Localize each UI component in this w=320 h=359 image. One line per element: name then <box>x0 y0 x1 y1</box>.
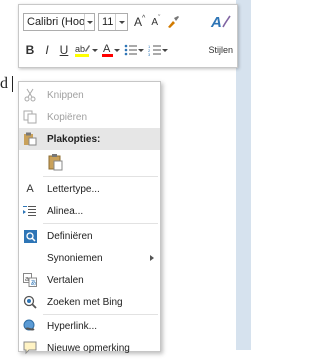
styles-icon: A <box>210 14 231 31</box>
menu-item-label: Knippen <box>47 89 84 101</box>
numbering-icon: 1 2 3 <box>148 44 161 57</box>
paste-keep-format-icon <box>47 152 65 172</box>
svg-text:A: A <box>210 14 222 31</box>
menu-item-label: Synoniemen <box>47 252 103 264</box>
chevron-down-icon[interactable] <box>84 14 94 30</box>
menu-item-font[interactable]: A Lettertype... <box>19 178 160 200</box>
menu-divider <box>43 223 158 224</box>
menu-item-label: Alinea... <box>47 205 84 217</box>
menu-item-hyperlink[interactable]: Hyperlink... <box>19 315 160 337</box>
underline-button[interactable]: U <box>57 41 71 59</box>
format-painter-icon <box>168 16 180 28</box>
clear-format-button[interactable] <box>166 13 180 31</box>
new-comment-icon <box>22 341 38 355</box>
svg-text:A: A <box>103 43 111 55</box>
font-size-value: 11 <box>102 16 114 28</box>
menu-divider <box>43 176 158 177</box>
svg-text:3: 3 <box>148 52 151 57</box>
menu-item-copy[interactable]: Kopiëren <box>19 106 160 128</box>
svg-text:あ: あ <box>31 280 37 287</box>
chevron-down-icon[interactable] <box>162 41 168 59</box>
font-color-icon: A <box>102 43 113 57</box>
menu-item-define[interactable]: Definiëren <box>19 225 160 247</box>
scissors-icon <box>22 88 38 102</box>
svg-text:a: a <box>25 276 29 283</box>
bullets-button[interactable] <box>124 41 138 59</box>
define-icon <box>22 229 38 243</box>
mini-toolbar: Calibri (Hoofdt 11 A^ Aˇ A B I U <box>18 4 238 68</box>
menu-item-synonyms[interactable]: Synoniemen <box>19 247 160 269</box>
menu-item-paste-options: Plakopties: <box>19 128 160 150</box>
styles-label: Stijlen <box>208 45 233 55</box>
bing-search-icon <box>22 295 38 309</box>
document-text: d <box>0 75 8 92</box>
bold-button[interactable]: B <box>23 41 37 59</box>
paste-icon <box>22 132 38 146</box>
synonyms-icon <box>22 251 38 265</box>
menu-item-label: Hyperlink... <box>47 320 98 332</box>
styles-button-top[interactable]: A <box>209 13 231 31</box>
chevron-down-icon[interactable] <box>114 41 120 59</box>
font-name-value: Calibri (Hoofdt <box>27 16 85 28</box>
menu-item-label: Kopiëren <box>47 111 88 123</box>
font-icon: A <box>26 183 34 195</box>
menu-item-translate[interactable]: aあ Vertalen <box>19 269 160 291</box>
menu-item-label: Zoeken met Bing <box>47 296 123 308</box>
grow-font-button[interactable]: A ^ <box>134 13 145 31</box>
font-name-combo[interactable]: Calibri (Hoofdt <box>23 13 95 31</box>
chevron-down-icon[interactable] <box>115 14 127 30</box>
numbering-button[interactable]: 1 2 3 <box>148 41 162 59</box>
shrink-font-button[interactable]: Aˇ <box>151 13 160 31</box>
menu-item-paste-keep-format[interactable] <box>19 150 160 174</box>
svg-text:ab: ab <box>75 44 85 54</box>
bullets-icon <box>124 44 137 56</box>
chevron-down-icon[interactable] <box>92 41 98 59</box>
translate-icon: aあ <box>22 273 38 287</box>
menu-item-cut[interactable]: Knippen <box>19 84 160 106</box>
copy-icon <box>22 110 38 124</box>
font-color-button[interactable]: A <box>102 41 114 59</box>
menu-item-search-bing[interactable]: Zoeken met Bing <box>19 291 160 313</box>
menu-item-label: Vertalen <box>47 274 84 286</box>
chevron-down-icon[interactable] <box>138 41 144 59</box>
font-size-combo[interactable]: 11 <box>98 13 128 31</box>
menu-item-new-comment[interactable]: Nieuwe opmerking <box>19 337 160 359</box>
highlight-icon: ab <box>75 44 90 57</box>
italic-button[interactable]: I <box>40 41 54 59</box>
menu-item-label: Lettertype... <box>47 183 100 195</box>
highlight-button[interactable]: ab <box>74 41 92 59</box>
submenu-arrow-icon <box>150 255 154 261</box>
paragraph-icon <box>22 204 38 218</box>
styles-button[interactable]: Stijlen <box>208 45 233 55</box>
window-edge <box>236 0 251 350</box>
menu-item-label: Definiëren <box>47 230 93 242</box>
menu-item-label: Nieuwe opmerking <box>47 342 130 354</box>
menu-item-label: Plakopties: <box>47 133 101 145</box>
menu-item-paragraph[interactable]: Alinea... <box>19 200 160 222</box>
text-cursor <box>12 76 13 92</box>
grow-font-icon: A <box>134 15 143 29</box>
shrink-font-icon: A <box>151 16 158 28</box>
context-menu: Knippen Kopiëren Plakopties: A Lettertyp… <box>18 81 161 355</box>
hyperlink-icon <box>22 319 38 333</box>
